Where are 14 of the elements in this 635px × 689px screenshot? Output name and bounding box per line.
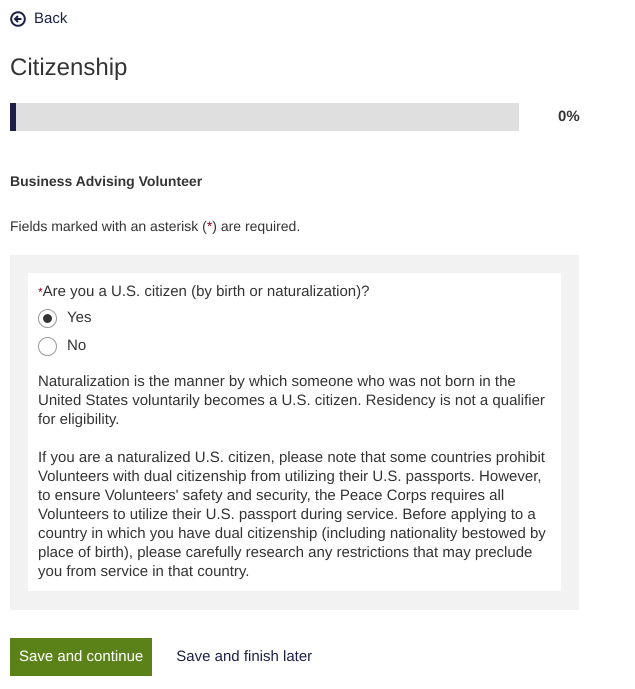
question-label: *Are you a U.S. citizen (by birth or naturalization)? [38,282,370,302]
back-link[interactable]: Back [10,8,68,30]
radio-option[interactable]: No [38,336,549,356]
page-title: Citizenship [10,53,128,84]
required-note: Fields marked with an asterisk (*) are required. [10,217,302,236]
help-paragraph: Naturalization is the manner by which someone who was not born in the United States voluntarily becomes a U.S. citizen. Residency is not a qualifier for eligibility. [38,372,546,430]
radio-option[interactable]: Yes [38,308,549,328]
progress-percent: 0% [558,107,580,127]
help-paragraph: If you are a naturalized U.S. citizen, please note that some countries prohibit Volunteers with dual citizenship from utilizing their U.S. passports. However, to ensure Volunteers' safety and security, the Peace Corps requires all Volunteers to utilize their U.S. passport during service. Before applying to a country in which you have dual citizenship (including nationality bestowed by place of birth), please carefully research any restrictions that may preclude you from service in that country. [38,448,547,582]
radio-button[interactable] [38,308,57,328]
save-later-link[interactable]: Save and finish later [176,646,312,668]
save-continue-button[interactable]: Save and continue [10,638,152,676]
radio-button[interactable] [38,336,57,356]
position-heading: Business Advising Volunteer [10,172,204,192]
